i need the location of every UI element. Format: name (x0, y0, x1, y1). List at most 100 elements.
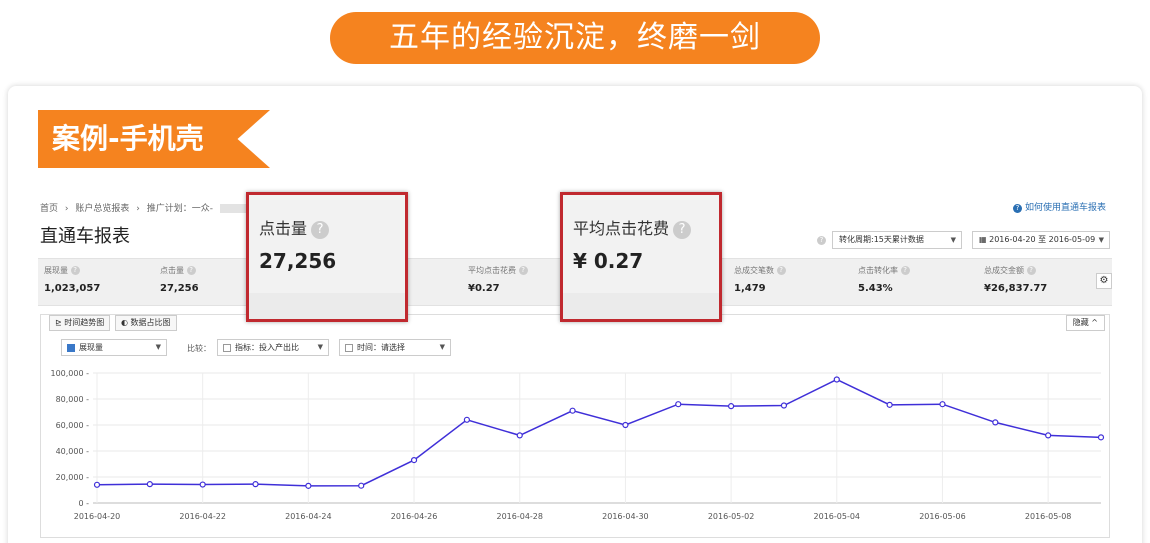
question-icon: ? (1026, 266, 1036, 275)
compare-time-select[interactable]: 时间：请选择 ▼ (339, 339, 451, 356)
chart-panel: ⊵ 时间趋势图 ◐ 数据占比图 隐藏 ^ 展现量 ▼ 比较： 指标：投入产出比 … (40, 314, 1110, 538)
breadcrumb: 首页 › 账户总览报表 › 推广计划：一众- (40, 201, 264, 214)
stat-label: 点击转化率 (858, 266, 898, 275)
breadcrumb-account[interactable]: 账户总览报表 (75, 204, 129, 214)
checkbox[interactable] (223, 343, 231, 352)
x-tick-label: 2016-05-06 (919, 512, 966, 521)
stat-label: 总成交笔数 (734, 266, 774, 275)
highlight-avg-cpc: 平均点击花费? ¥ 0.27 (560, 192, 722, 322)
stat-value: ¥26,837.77 (984, 283, 1048, 294)
period-select-value: 转化周期:15天累计数据 (839, 235, 924, 244)
breadcrumb-plan[interactable]: 推广计划：一众- (147, 204, 213, 214)
compare-label: 比较： (187, 344, 211, 353)
x-tick-label: 2016-04-24 (285, 512, 332, 521)
x-tick-label: 2016-04-22 (179, 512, 226, 521)
question-icon: ? (311, 220, 330, 239)
x-tick-label: 2016-05-04 (814, 512, 861, 521)
highlight-label: 点击量 (259, 219, 308, 238)
question-icon: ? (817, 236, 826, 245)
y-tick-label: 40,000 - (56, 447, 90, 456)
help-link-label: 如何使用直通车报表 (1024, 203, 1106, 213)
tab-label: 时间趋势图 (64, 318, 105, 327)
highlight-value: 27,256 (259, 249, 337, 273)
breadcrumb-home[interactable]: 首页 (40, 204, 58, 214)
stat-avg-cpc: 平均点击花费 ? ¥0.27 (468, 265, 528, 294)
stat-clicks: 点击量 ? 27,256 (160, 265, 199, 294)
highlight-footer (249, 293, 405, 319)
compare-time-value: 时间：请选择 (357, 343, 405, 352)
breadcrumb-separator: › (136, 204, 140, 214)
data-point (199, 481, 206, 488)
x-tick-label: 2016-04-26 (391, 512, 438, 521)
data-point (1097, 434, 1105, 441)
compare-indicator-value: 指标：投入产出比 (235, 343, 299, 352)
question-icon: ? (70, 266, 80, 275)
data-point (93, 481, 101, 488)
chevron-down-icon: ▼ (950, 236, 956, 244)
data-point (622, 421, 629, 429)
data-point (1045, 432, 1052, 439)
checkbox[interactable] (345, 343, 353, 352)
gear-icon[interactable]: ⚙ (1096, 273, 1112, 289)
data-point (358, 482, 365, 489)
stat-value: 1,479 (734, 283, 766, 294)
question-icon: ? (776, 266, 786, 275)
stat-impressions: 展现量 ? 1,023,057 (44, 265, 100, 294)
question-icon: ? (673, 220, 692, 239)
question-icon: ? (186, 266, 196, 275)
stat-orders: 总成交笔数 ? 1,479 (734, 265, 786, 294)
conversion-period-select[interactable]: 转化周期:15天累计数据 ▼ (832, 231, 962, 249)
page-title: 直通车报表 (40, 226, 130, 247)
x-tick-label: 2016-05-02 (708, 512, 755, 521)
y-tick-label: 20,000 - (56, 473, 90, 482)
question-icon: ? (1012, 204, 1022, 213)
pie-icon: ◐ (121, 318, 131, 327)
trend-chart: 100,000 - 80,000 - 60,000 - 40,000 - 20,000 … (50, 369, 1105, 521)
date-range-select[interactable]: ▦ 2016-04-20 至 2016-05-09 ▼ (972, 231, 1110, 249)
breadcrumb-separator: › (64, 204, 69, 214)
data-point (569, 407, 576, 414)
y-tick-label: 0 - (78, 499, 89, 508)
tab-time-trend[interactable]: ⊵ 时间趋势图 (49, 315, 111, 331)
data-point (780, 402, 788, 409)
data-point (463, 416, 470, 423)
chevron-down-icon: ▼ (439, 343, 445, 351)
data-point (939, 401, 946, 408)
series-color-swatch (67, 343, 75, 352)
highlight-footer (563, 293, 719, 319)
collapse-button[interactable]: 隐藏 ^ (1065, 315, 1105, 331)
stat-revenue: 总成交金额 ? ¥26,837.77 (984, 265, 1047, 294)
y-tick-label: 80,000 - (56, 395, 90, 404)
stat-value: 1,023,057 (44, 283, 101, 294)
series-line (96, 378, 1102, 487)
slogan-banner: 五年的经验沉淀，终磨一剑 (330, 12, 820, 64)
highlight-value: ¥ 0.27 (573, 249, 644, 273)
stat-value: 27,256 (160, 283, 199, 294)
calendar-icon: ▦ (979, 235, 990, 244)
help-link[interactable]: ? 如何使用直通车报表 (1012, 200, 1106, 213)
report-screenshot: 首页 › 账户总览报表 › 推广计划：一众- ? 如何使用直通车报表 直通车报表 … (32, 192, 1116, 542)
x-tick-label: 2016-05-08 (1025, 512, 1072, 521)
chevron-down-icon: ▼ (317, 343, 323, 351)
metric-select-value: 展现量 (79, 343, 103, 352)
x-tick-label: 2016-04-20 (74, 512, 121, 521)
x-tick-label: 2016-04-28 (496, 512, 543, 521)
data-point (675, 401, 682, 408)
y-tick-label: 100,000 - (50, 369, 89, 378)
question-icon: ? (900, 266, 910, 275)
x-tick-label: 2016-04-30 (602, 512, 649, 521)
compare-indicator-select[interactable]: 指标：投入产出比 ▼ (217, 339, 329, 356)
data-point (146, 481, 153, 488)
data-point (886, 401, 893, 408)
highlight-clicks: 点击量? 27,256 (246, 192, 408, 322)
date-range-value: 2016-04-20 至 2016-05-09 (989, 235, 1096, 244)
data-point (305, 482, 312, 489)
y-tick-label: 60,000 - (56, 421, 90, 430)
metric-select[interactable]: 展现量 ▼ (61, 339, 167, 356)
data-point (833, 376, 840, 383)
stat-label: 总成交金额 (984, 266, 1024, 275)
stat-conversion-rate: 点击转化率 ? 5.43% (858, 265, 910, 294)
stat-label: 展现量 (44, 266, 68, 275)
tab-data-ratio[interactable]: ◐ 数据占比图 (115, 315, 177, 331)
case-tag: 案例-手机壳 (38, 110, 270, 168)
